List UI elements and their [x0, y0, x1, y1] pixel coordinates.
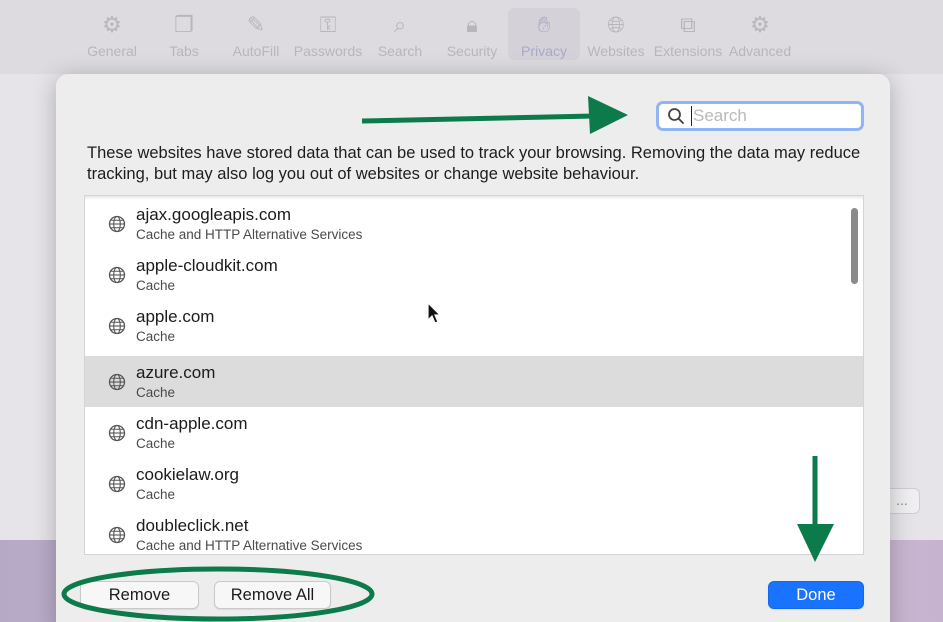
- mouse-cursor-icon: [427, 302, 442, 324]
- website-data-type: Cache: [136, 328, 176, 344]
- remove-all-button[interactable]: Remove All: [214, 581, 331, 609]
- gear-icon: ⚙: [102, 12, 122, 37]
- pencil-field-icon: ✎: [246, 12, 266, 37]
- globe-icon: [108, 475, 126, 492]
- website-name: doubleclick.net: [136, 515, 249, 535]
- remove-button[interactable]: Remove: [80, 581, 199, 609]
- toolbar-autofill[interactable]: ✎ AutoFill: [220, 8, 292, 60]
- toolbar-security[interactable]: 🔒︎ Security: [436, 8, 508, 60]
- toolbar-label: Websites: [587, 43, 645, 59]
- website-name: azure.com: [136, 362, 216, 382]
- website-data-type: Cache and HTTP Alternative Services: [136, 226, 363, 242]
- list-item[interactable]: apple.com Cache: [85, 300, 863, 351]
- toolbar-label: Extensions: [653, 43, 723, 59]
- key-icon: ⚿: [319, 12, 337, 37]
- toolbar-advanced[interactable]: ⚙ Advanced: [724, 8, 796, 60]
- website-data-type: Cache: [136, 384, 176, 400]
- website-list[interactable]: ajax.googleapis.com Cache and HTTP Alter…: [84, 195, 864, 555]
- preferences-toolbar: ⚙ General ❐ Tabs ✎ AutoFill ⚿ Passwords …: [0, 0, 943, 74]
- globe-icon: [108, 215, 126, 232]
- hand-icon: ✋︎: [537, 12, 551, 37]
- search-input[interactable]: [691, 106, 861, 126]
- website-data-type: Cache and HTTP Alternative Services: [136, 537, 363, 553]
- website-name: ajax.googleapis.com: [136, 204, 291, 224]
- puzzle-icon: ⧉: [680, 12, 696, 37]
- website-data-type: Cache: [136, 486, 176, 502]
- toolbar-privacy[interactable]: ✋︎ Privacy: [508, 8, 580, 60]
- website-name: apple.com: [136, 306, 215, 326]
- website-name: cdn-apple.com: [136, 413, 248, 433]
- toolbar-general[interactable]: ⚙ General: [76, 8, 148, 60]
- gears-icon: ⚙: [750, 12, 770, 37]
- list-scrollbar[interactable]: [851, 208, 858, 284]
- tabs-icon: ❐: [174, 12, 194, 37]
- globe-icon: [108, 317, 126, 334]
- list-item[interactable]: cdn-apple.com Cache: [85, 407, 863, 458]
- toolbar-label: Passwords: [293, 43, 363, 59]
- toolbar-passwords[interactable]: ⚿ Passwords: [292, 8, 364, 60]
- website-data-type: Cache: [136, 435, 176, 451]
- list-item[interactable]: doubleclick.net Cache and HTTP Alternati…: [85, 509, 863, 554]
- list-item-selected[interactable]: azure.com Cache: [85, 356, 863, 407]
- website-data-type: Cache: [136, 277, 176, 293]
- globe-icon: [108, 424, 126, 441]
- list-item[interactable]: ajax.googleapis.com Cache and HTTP Alter…: [85, 198, 863, 249]
- toolbar-label: Tabs: [169, 43, 199, 59]
- toolbar-label: Advanced: [728, 43, 792, 59]
- toolbar-search[interactable]: ⌕ Search: [364, 8, 436, 60]
- toolbar-label: Privacy: [521, 43, 567, 59]
- manage-website-data-sheet: These websites have stored data that can…: [56, 74, 890, 622]
- toolbar-label: Security: [446, 43, 498, 59]
- list-item[interactable]: cookielaw.org Cache: [85, 458, 863, 509]
- description-text: These websites have stored data that can…: [87, 144, 861, 183]
- globe-icon: [108, 266, 126, 283]
- globe-icon: [108, 373, 126, 390]
- toolbar-label: Search: [377, 43, 423, 59]
- toolbar-label: AutoFill: [232, 43, 280, 59]
- search-icon: [667, 106, 685, 126]
- magnifier-icon: ⌕: [393, 12, 407, 37]
- list-item[interactable]: apple-cloudkit.com Cache: [85, 249, 863, 300]
- toolbar-websites[interactable]: 🌐︎ Websites: [580, 8, 652, 60]
- website-name: cookielaw.org: [136, 464, 240, 484]
- toolbar-tabs[interactable]: ❐ Tabs: [148, 8, 220, 60]
- toolbar-label: General: [87, 43, 137, 59]
- website-name: apple-cloudkit.com: [136, 255, 278, 275]
- lock-icon: 🔒︎: [466, 12, 478, 37]
- globe-icon: [108, 526, 126, 543]
- done-button[interactable]: Done: [768, 581, 864, 609]
- globe-icon: 🌐︎: [607, 12, 625, 37]
- toolbar-extensions[interactable]: ⧉ Extensions: [652, 8, 724, 60]
- search-field[interactable]: [656, 101, 864, 131]
